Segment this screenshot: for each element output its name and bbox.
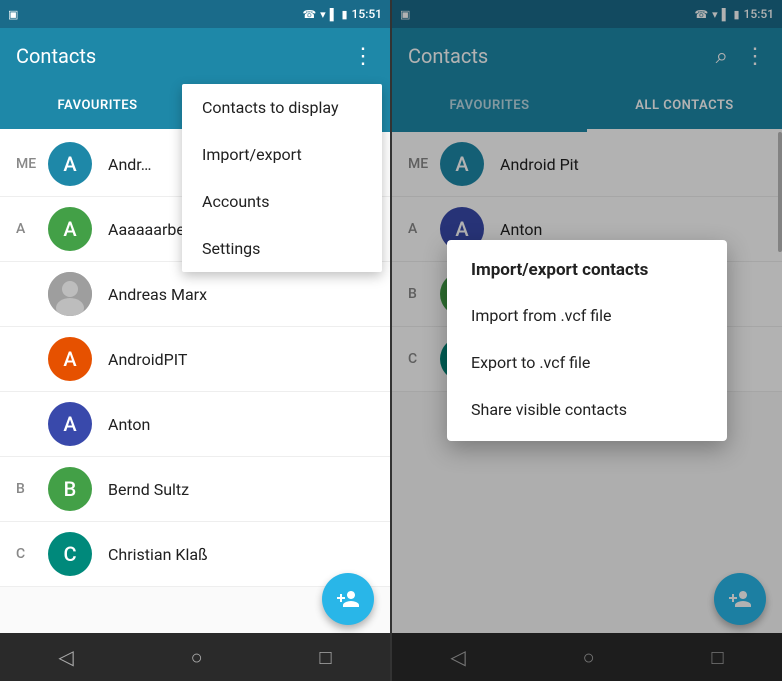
contact-name-anton: Anton [108, 415, 150, 434]
signal-bars-icon: ▌ [330, 8, 338, 21]
nav-home-left[interactable]: ○ [171, 637, 223, 678]
wifi-icon: ▾ [320, 8, 326, 21]
battery-icon: ▮ [341, 8, 347, 21]
avatar-christian: C [48, 532, 92, 576]
menu-import-export[interactable]: Import/export [182, 131, 382, 178]
right-panel: ▣ ☎ ▾ ▌ ▮ 15:51 Contacts ⌕ ⋮ FAVOURITES … [392, 0, 782, 681]
dropdown-menu: Contacts to display Import/export Accoun… [182, 84, 382, 272]
import-export-dialog: Import/export contacts Import from .vcf … [447, 240, 727, 441]
nav-back-left[interactable]: ◁ [38, 637, 93, 677]
fab-add-contact-left[interactable] [322, 573, 374, 625]
contact-row-anton[interactable]: A Anton [0, 392, 390, 457]
section-b: B [16, 481, 44, 497]
status-bar-left: ▣ ☎ ▾ ▌ ▮ 15:51 [0, 0, 390, 28]
signal-icon: ▣ [8, 8, 18, 21]
contact-name-me: Andr… [108, 155, 151, 174]
menu-accounts[interactable]: Accounts [182, 178, 382, 225]
status-time: 15:51 [352, 7, 382, 21]
dialog-overlay[interactable]: Import/export contacts Import from .vcf … [392, 0, 782, 681]
contact-row-bernd[interactable]: B B Bernd Sultz [0, 457, 390, 522]
phone-icon: ☎ [302, 8, 316, 21]
contact-name-christian: Christian Klaß [108, 545, 208, 564]
contact-name-andreas: Andreas Marx [108, 285, 207, 304]
menu-contacts-to-display[interactable]: Contacts to display [182, 84, 382, 131]
avatar-aaa: A [48, 207, 92, 251]
avatar-anton: A [48, 402, 92, 446]
dialog-title: Import/export contacts [447, 260, 727, 292]
nav-recents-left[interactable]: □ [299, 637, 351, 678]
contact-name-androidpit: AndroidPIT [108, 350, 187, 369]
status-bar-left-icons: ▣ [8, 8, 18, 21]
dialog-export-vcf[interactable]: Export to .vcf file [447, 339, 727, 386]
contact-row-androidpit[interactable]: A AndroidPIT [0, 327, 390, 392]
section-c: C [16, 546, 44, 562]
status-bar-right-icons: ☎ ▾ ▌ ▮ 15:51 [302, 7, 382, 21]
avatar-androidpit: A [48, 337, 92, 381]
dialog-share-visible[interactable]: Share visible contacts [447, 386, 727, 433]
dialog-import-vcf[interactable]: Import from .vcf file [447, 292, 727, 339]
section-a: A [16, 221, 44, 237]
app-title-left: Contacts [16, 44, 336, 68]
section-me: ME [16, 156, 44, 172]
contact-name-bernd: Bernd Sultz [108, 480, 189, 499]
menu-settings[interactable]: Settings [182, 225, 382, 272]
avatar-bernd: B [48, 467, 92, 511]
overflow-menu-icon[interactable]: ⋮ [352, 44, 374, 69]
app-bar-left: Contacts ⋮ [0, 28, 390, 84]
avatar-andreas [48, 272, 92, 316]
bottom-nav-left: ◁ ○ □ [0, 633, 390, 681]
avatar-me: A [48, 142, 92, 186]
left-panel: ▣ ☎ ▾ ▌ ▮ 15:51 Contacts ⋮ FAVOURITES AL… [0, 0, 390, 681]
tab-favourites-left[interactable]: FAVOURITES [0, 84, 195, 132]
